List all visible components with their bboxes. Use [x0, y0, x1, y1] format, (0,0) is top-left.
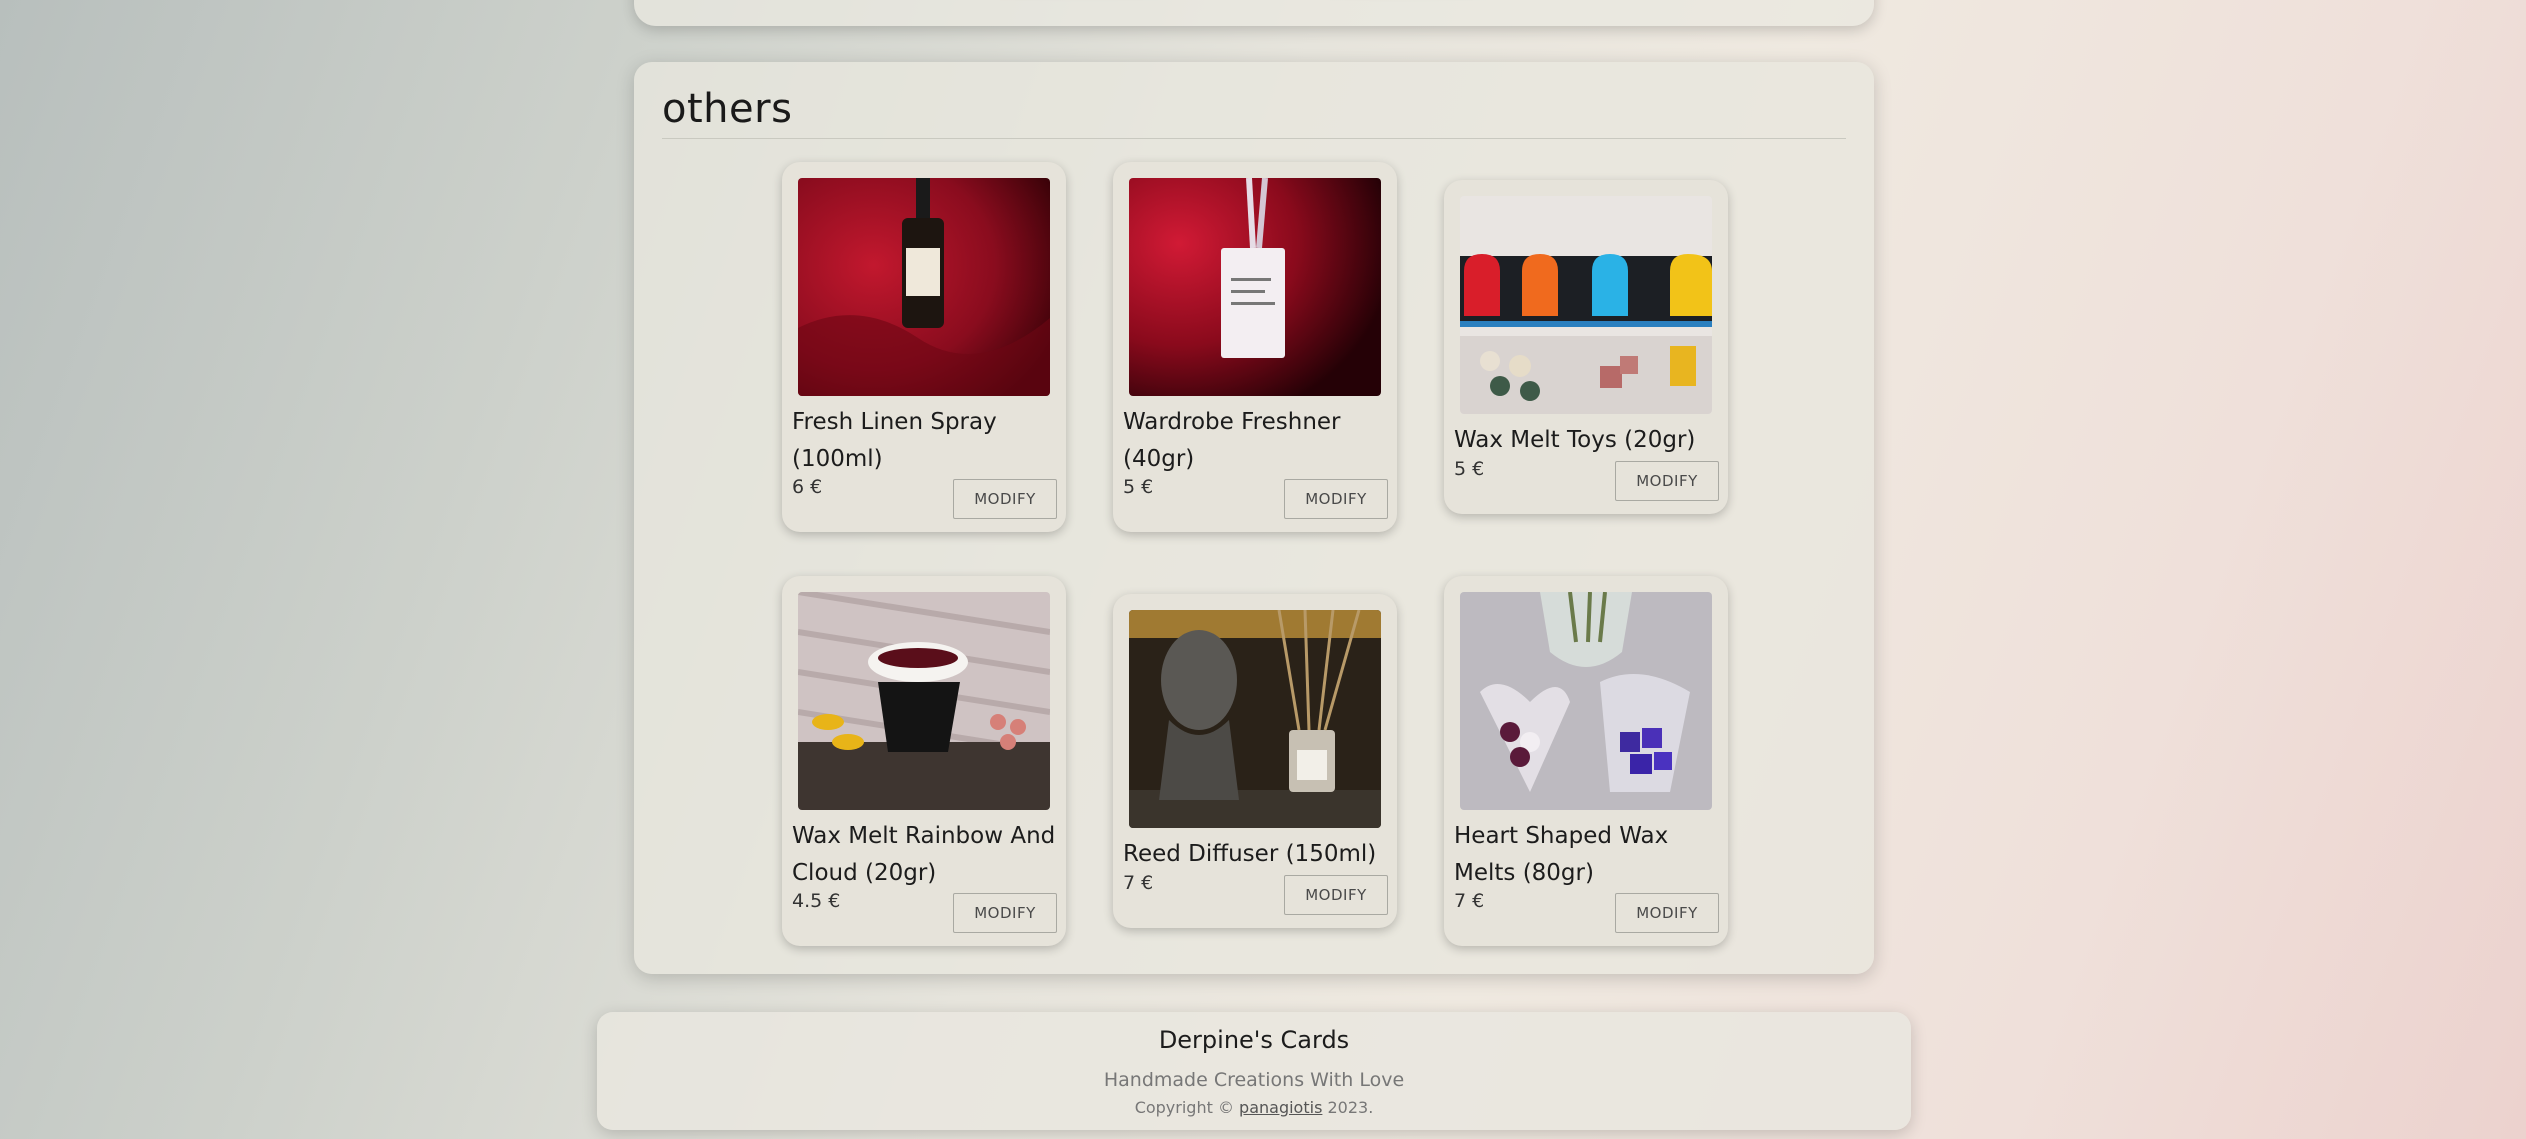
modify-button[interactable]: MODIFY	[953, 893, 1057, 933]
product-image[interactable]	[798, 178, 1050, 396]
product-name: Fresh Linen Spray (100ml)	[792, 409, 997, 472]
product-image[interactable]	[1129, 610, 1381, 828]
product-image[interactable]	[1460, 592, 1712, 810]
product-image[interactable]	[1460, 196, 1712, 414]
author-link[interactable]: panagiotis	[1239, 1098, 1322, 1117]
product-price: 7 €	[1454, 890, 1485, 912]
product-image[interactable]	[1129, 178, 1381, 396]
product-price: 4.5 €	[792, 890, 841, 912]
product-price: 7 €	[1123, 872, 1154, 894]
site-footer: Derpine's Cards Handmade Creations With …	[597, 1012, 1911, 1130]
section-divider	[662, 138, 1846, 139]
copyright-year: 2023.	[1327, 1098, 1374, 1117]
product-name: Reed Diffuser (150ml)	[1123, 841, 1377, 867]
product-card: Fresh Linen Spray (100ml) 6 € MODIFY	[782, 162, 1066, 532]
modify-button[interactable]: MODIFY	[1615, 461, 1719, 501]
product-price: 5 €	[1123, 476, 1154, 498]
modify-button[interactable]: MODIFY	[1615, 893, 1719, 933]
product-name: Wax Melt Toys (20gr)	[1454, 427, 1696, 453]
product-card: Heart Shaped Wax Melts (80gr) 7 € MODIFY	[1444, 576, 1728, 946]
modify-button[interactable]: MODIFY	[953, 479, 1057, 519]
product-name: Wax Melt Rainbow And Cloud (20gr)	[792, 823, 1056, 886]
modify-button[interactable]: MODIFY	[1284, 875, 1388, 915]
modify-button[interactable]: MODIFY	[1284, 479, 1388, 519]
section-title: others	[662, 86, 793, 132]
footer-brand: Derpine's Cards	[1158, 1026, 1350, 1054]
product-card: Wax Melt Rainbow And Cloud (20gr) 4.5 € …	[782, 576, 1066, 946]
copyright-prefix: Copyright ©	[1134, 1098, 1234, 1117]
previous-section-panel	[634, 0, 1874, 26]
footer-copyright: Copyright © panagiotis 2023.	[597, 1098, 1911, 1117]
product-card: Wax Melt Toys (20gr) 5 € MODIFY	[1444, 180, 1728, 514]
product-card: Reed Diffuser (150ml) 7 € MODIFY	[1113, 594, 1397, 928]
product-card: Wardrobe Freshner (40gr) 5 € MODIFY	[1113, 162, 1397, 532]
footer-tagline: Handmade Creations With Love	[1103, 1069, 1405, 1091]
product-price: 6 €	[792, 476, 823, 498]
product-image[interactable]	[798, 592, 1050, 810]
product-price: 5 €	[1454, 458, 1485, 480]
product-name: Heart Shaped Wax Melts (80gr)	[1454, 823, 1669, 886]
others-section: others Fresh Linen Spray (100ml) 6 € MOD…	[634, 62, 1874, 974]
product-name: Wardrobe Freshner (40gr)	[1123, 409, 1341, 472]
